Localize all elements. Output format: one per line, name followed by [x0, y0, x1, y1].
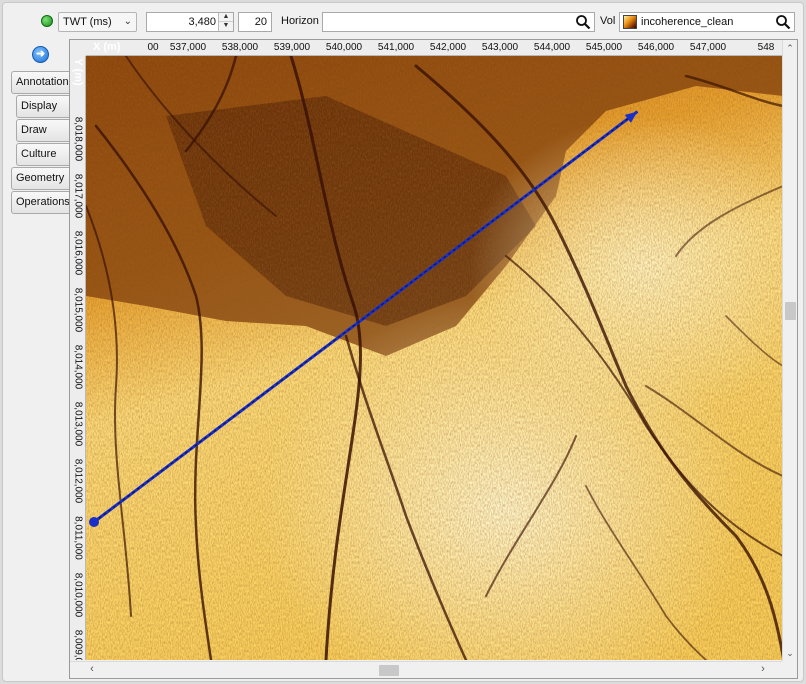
arrow-right-circle-icon[interactable]: ➜ — [32, 46, 49, 63]
tab-operations[interactable]: Operations — [11, 191, 70, 214]
y-tick: 8,013,000 — [72, 401, 84, 447]
x-tick: 537,000 — [169, 42, 207, 53]
seismic-map-window: TWT (ms) ⌄ 3,480 ▲ ▼ 20 Horizon Vol inco… — [2, 2, 804, 682]
tab-display[interactable]: Display — [16, 95, 69, 118]
y-tick: 8,015,000 — [72, 287, 84, 333]
y-tick: 8,011,000 — [72, 516, 84, 560]
vol-label: Vol — [600, 15, 616, 27]
vertical-scroll-thumb[interactable] — [785, 302, 796, 320]
toolbar: TWT (ms) ⌄ 3,480 ▲ ▼ 20 Horizon Vol inco… — [3, 9, 803, 33]
x-tick: 546,000 — [637, 42, 675, 53]
x-tick: 541,000 — [377, 42, 415, 53]
scroll-up-icon[interactable]: ⌃ — [783, 41, 797, 55]
x-tick: 542,000 — [429, 42, 467, 53]
scrollbar-corner — [782, 661, 797, 678]
chevron-down-icon: ⌄ — [123, 16, 132, 27]
tab-annotation[interactable]: Annotation — [11, 71, 69, 94]
horizontal-scroll-thumb[interactable] — [379, 665, 399, 676]
volume-field[interactable]: incoherence_clean — [619, 12, 795, 32]
y-tick: 8,012,000 — [72, 458, 84, 504]
x-tick: 548 — [757, 42, 775, 53]
time-spinbox[interactable]: 3,480 ▲ ▼ — [146, 12, 234, 32]
x-axis-ruler: 00 537,000 538,000 539,000 540,000 541,0… — [70, 40, 783, 56]
domain-dropdown[interactable]: TWT (ms) ⌄ — [58, 12, 137, 32]
spin-up-icon[interactable]: ▲ — [219, 13, 233, 22]
search-icon[interactable] — [575, 14, 591, 30]
vertical-scrollbar[interactable]: ⌃ ⌄ — [782, 40, 797, 661]
y-tick: 8,009,000 — [72, 629, 84, 660]
x-tick: 540,000 — [325, 42, 363, 53]
green-status-icon — [41, 15, 53, 27]
side-tab-list: Annotation Display Draw Culture Geometry… — [11, 71, 70, 215]
y-tick: 8,016,000 — [72, 230, 84, 276]
y-axis-ruler: Y (m) 8,018,000 8,017,000 8,016,000 8,01… — [70, 56, 86, 660]
y-axis-label: Y (m) — [72, 58, 84, 86]
y-tick: 8,017,000 — [72, 173, 84, 219]
horizontal-scrollbar[interactable]: ‹ › — [70, 661, 783, 678]
y-tick: 8,014,000 — [72, 344, 84, 390]
domain-value: TWT (ms) — [63, 16, 112, 28]
spin-arrows[interactable]: ▲ ▼ — [218, 13, 233, 31]
incoherence-map-canvas[interactable] — [86, 56, 783, 660]
x-tick: 539,000 — [273, 42, 311, 53]
tab-culture[interactable]: Culture — [16, 143, 69, 166]
map-view[interactable]: 00 537,000 538,000 539,000 540,000 541,0… — [69, 39, 798, 679]
x-tick: 547,000 — [689, 42, 727, 53]
x-tick: 545,000 — [585, 42, 623, 53]
axis-corner — [70, 40, 86, 56]
section-start-handle[interactable] — [89, 517, 99, 527]
x-axis-label: X (m) — [93, 41, 121, 53]
horizon-label: Horizon — [281, 15, 319, 27]
spin-down-icon[interactable]: ▼ — [219, 22, 233, 31]
scroll-left-icon[interactable]: ‹ — [84, 662, 100, 678]
volume-value[interactable]: incoherence_clean — [641, 16, 733, 28]
seismic-attribute-image[interactable] — [86, 56, 783, 660]
step-field[interactable]: 20 — [238, 12, 272, 32]
x-tick: 00 — [147, 42, 159, 53]
x-tick: 544,000 — [533, 42, 571, 53]
colormap-swatch-icon — [623, 15, 637, 29]
scroll-right-icon[interactable]: › — [755, 662, 771, 678]
time-value[interactable]: 3,480 — [188, 16, 216, 28]
search-icon[interactable] — [775, 14, 791, 30]
tab-geometry[interactable]: Geometry — [11, 167, 69, 190]
y-tick: 8,018,000 — [72, 116, 84, 162]
horizon-field[interactable] — [322, 12, 595, 32]
step-value[interactable]: 20 — [255, 16, 267, 28]
x-tick: 538,000 — [221, 42, 259, 53]
tab-draw[interactable]: Draw — [16, 119, 69, 142]
x-tick: 543,000 — [481, 42, 519, 53]
y-tick: 8,010,000 — [72, 572, 84, 618]
scroll-down-icon[interactable]: ⌄ — [783, 646, 797, 660]
